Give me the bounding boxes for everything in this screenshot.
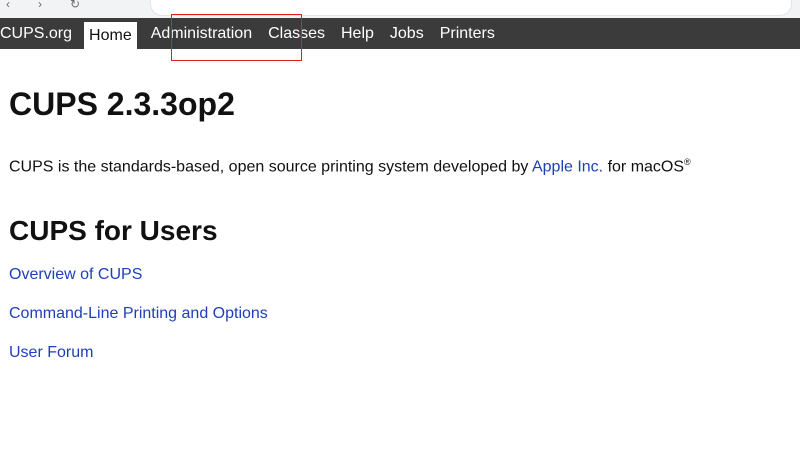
- link-overview-of-cups[interactable]: Overview of CUPS: [9, 265, 800, 285]
- nav-printers[interactable]: Printers: [432, 18, 503, 49]
- nav-classes[interactable]: Classes: [260, 18, 333, 49]
- address-bar[interactable]: [150, 0, 792, 16]
- reload-icon[interactable]: ↻: [70, 0, 84, 10]
- intro-text-after: for macOS: [603, 158, 685, 176]
- registered-mark: ®: [684, 157, 691, 167]
- intro-text-before: CUPS is the standards-based, open source…: [9, 158, 532, 176]
- browser-toolbar: ‹ › ↻: [0, 0, 800, 18]
- intro-paragraph: CUPS is the standards-based, open source…: [9, 152, 800, 177]
- section-title-users: CUPS for Users: [9, 215, 218, 247]
- nav-administration[interactable]: Administration: [143, 18, 260, 49]
- nav-help[interactable]: Help: [333, 18, 382, 49]
- users-link-list: Overview of CUPS Command-Line Printing a…: [9, 265, 800, 363]
- link-user-forum[interactable]: User Forum: [9, 343, 800, 363]
- back-arrow-icon[interactable]: ‹: [6, 0, 20, 10]
- forward-arrow-icon[interactable]: ›: [38, 0, 52, 10]
- nav-home[interactable]: Home: [84, 22, 137, 49]
- nav-jobs[interactable]: Jobs: [382, 18, 432, 49]
- top-navbar: CUPS.org Home Administration Classes Hel…: [0, 18, 800, 49]
- nav-cups-org[interactable]: CUPS.org: [0, 18, 80, 49]
- link-command-line-printing[interactable]: Command-Line Printing and Options: [9, 304, 800, 324]
- apple-link[interactable]: Apple Inc.: [532, 158, 603, 175]
- main-content: CUPS 2.3.3op2 CUPS is the standards-base…: [9, 86, 800, 382]
- page-title: CUPS 2.3.3op2: [9, 86, 235, 122]
